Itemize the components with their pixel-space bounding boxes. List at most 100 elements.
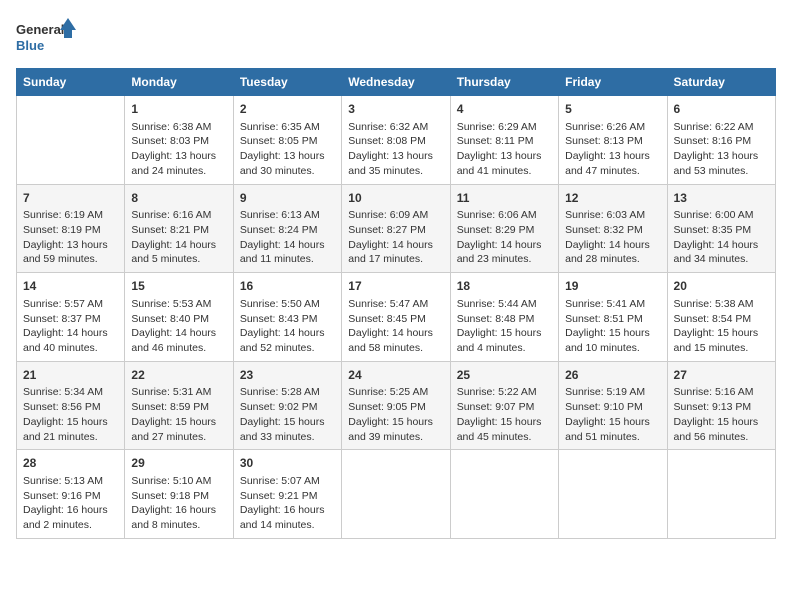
weekday-header-monday: Monday [125,69,233,96]
day-number: 11 [457,190,552,207]
calendar-cell: 15 Sunrise: 5:53 AMSunset: 8:40 PMDayligh… [125,273,233,362]
day-number: 22 [131,367,226,384]
day-number: 27 [674,367,769,384]
day-number: 24 [348,367,443,384]
day-info: Sunrise: 6:26 AMSunset: 8:13 PMDaylight:… [565,120,660,179]
day-info: Sunrise: 5:50 AMSunset: 8:43 PMDaylight:… [240,297,335,356]
logo: General Blue [16,16,76,56]
calendar-week-row: 28 Sunrise: 5:13 AMSunset: 9:16 PMDayligh… [17,450,776,539]
day-info: Sunrise: 6:13 AMSunset: 8:24 PMDaylight:… [240,208,335,267]
calendar-cell: 25Sunrise: 5:22 AMSunset: 9:07 PMDayligh… [450,361,558,450]
calendar-cell: 24Sunrise: 5:25 AMSunset: 9:05 PMDayligh… [342,361,450,450]
day-info: Sunrise: 6:16 AMSunset: 8:21 PMDaylight:… [131,208,226,267]
day-number: 10 [348,190,443,207]
day-number: 13 [674,190,769,207]
day-number: 18 [457,278,552,295]
calendar-cell [342,450,450,539]
calendar-week-row: 7Sunrise: 6:19 AMSunset: 8:19 PMDaylight… [17,184,776,273]
calendar-cell [667,450,775,539]
day-number: 25 [457,367,552,384]
day-number: 12 [565,190,660,207]
day-number: 7 [23,190,118,207]
day-info: Sunrise: 5:10 AMSunset: 9:18 PMDaylight:… [131,474,226,533]
day-number: 14 [23,278,118,295]
day-info: Sunrise: 5:19 AMSunset: 9:10 PMDaylight:… [565,385,660,444]
day-info: Sunrise: 5:44 AMSunset: 8:48 PMDaylight:… [457,297,552,356]
calendar-cell: 22Sunrise: 5:31 AMSunset: 8:59 PMDayligh… [125,361,233,450]
day-info: Sunrise: 6:22 AMSunset: 8:16 PMDaylight:… [674,120,769,179]
weekday-header-sunday: Sunday [17,69,125,96]
day-info: Sunrise: 6:06 AMSunset: 8:29 PMDaylight:… [457,208,552,267]
calendar-cell: 3 Sunrise: 6:32 AMSunset: 8:08 PMDaylight… [342,96,450,185]
day-number: 15 [131,278,226,295]
day-number: 26 [565,367,660,384]
day-info: Sunrise: 6:19 AMSunset: 8:19 PMDaylight:… [23,208,118,267]
calendar-cell: 1 Sunrise: 6:38 AMSunset: 8:03 PMDaylight… [125,96,233,185]
day-number: 3 [348,101,443,118]
day-number: 5 [565,101,660,118]
day-number: 9 [240,190,335,207]
day-info: Sunrise: 6:35 AMSunset: 8:05 PMDaylight:… [240,120,335,179]
day-number: 20 [674,278,769,295]
weekday-header-friday: Friday [559,69,667,96]
day-number: 16 [240,278,335,295]
calendar-cell: 2 Sunrise: 6:35 AMSunset: 8:05 PMDaylight… [233,96,341,185]
day-number: 8 [131,190,226,207]
calendar-cell: 29Sunrise: 5:10 AMSunset: 9:18 PMDayligh… [125,450,233,539]
calendar-cell [450,450,558,539]
calendar-cell: 18 Sunrise: 5:44 AMSunset: 8:48 PMDayligh… [450,273,558,362]
day-number: 23 [240,367,335,384]
page-header: General Blue [16,16,776,56]
calendar-cell: 13Sunrise: 6:00 AMSunset: 8:35 PMDayligh… [667,184,775,273]
weekday-header-tuesday: Tuesday [233,69,341,96]
calendar-cell: 28 Sunrise: 5:13 AMSunset: 9:16 PMDayligh… [17,450,125,539]
weekday-header-wednesday: Wednesday [342,69,450,96]
day-info: Sunrise: 6:32 AMSunset: 8:08 PMDaylight:… [348,120,443,179]
svg-text:Blue: Blue [16,38,44,53]
calendar-cell: 9Sunrise: 6:13 AMSunset: 8:24 PMDaylight… [233,184,341,273]
day-info: Sunrise: 5:25 AMSunset: 9:05 PMDaylight:… [348,385,443,444]
day-info: Sunrise: 5:53 AMSunset: 8:40 PMDaylight:… [131,297,226,356]
day-info: Sunrise: 6:00 AMSunset: 8:35 PMDaylight:… [674,208,769,267]
calendar-cell [17,96,125,185]
calendar-cell [559,450,667,539]
calendar-cell: 16 Sunrise: 5:50 AMSunset: 8:43 PMDayligh… [233,273,341,362]
calendar-week-row: 1 Sunrise: 6:38 AMSunset: 8:03 PMDaylight… [17,96,776,185]
day-info: Sunrise: 5:34 AMSunset: 8:56 PMDaylight:… [23,385,118,444]
day-info: Sunrise: 5:28 AMSunset: 9:02 PMDaylight:… [240,385,335,444]
calendar-cell: 14Sunrise: 5:57 AMSunset: 8:37 PMDayligh… [17,273,125,362]
day-info: Sunrise: 6:38 AMSunset: 8:03 PMDaylight:… [131,120,226,179]
calendar-cell: 12Sunrise: 6:03 AMSunset: 8:32 PMDayligh… [559,184,667,273]
calendar-cell: 19 Sunrise: 5:41 AMSunset: 8:51 PMDayligh… [559,273,667,362]
calendar-cell: 23Sunrise: 5:28 AMSunset: 9:02 PMDayligh… [233,361,341,450]
logo-svg: General Blue [16,16,76,56]
day-info: Sunrise: 5:07 AMSunset: 9:21 PMDaylight:… [240,474,335,533]
calendar-cell: 4Sunrise: 6:29 AMSunset: 8:11 PMDaylight… [450,96,558,185]
day-info: Sunrise: 5:47 AMSunset: 8:45 PMDaylight:… [348,297,443,356]
day-number: 19 [565,278,660,295]
weekday-header-saturday: Saturday [667,69,775,96]
calendar-cell: 30Sunrise: 5:07 AMSunset: 9:21 PMDayligh… [233,450,341,539]
calendar-cell: 8Sunrise: 6:16 AMSunset: 8:21 PMDaylight… [125,184,233,273]
day-number: 1 [131,101,226,118]
calendar-cell: 21Sunrise: 5:34 AMSunset: 8:56 PMDayligh… [17,361,125,450]
day-info: Sunrise: 5:13 AMSunset: 9:16 PMDaylight:… [23,474,118,533]
calendar-cell: 7Sunrise: 6:19 AMSunset: 8:19 PMDaylight… [17,184,125,273]
day-info: Sunrise: 6:03 AMSunset: 8:32 PMDaylight:… [565,208,660,267]
calendar-cell: 27Sunrise: 5:16 AMSunset: 9:13 PMDayligh… [667,361,775,450]
day-info: Sunrise: 5:41 AMSunset: 8:51 PMDaylight:… [565,297,660,356]
day-number: 2 [240,101,335,118]
day-number: 21 [23,367,118,384]
calendar-cell: 26Sunrise: 5:19 AMSunset: 9:10 PMDayligh… [559,361,667,450]
calendar-cell: 10Sunrise: 6:09 AMSunset: 8:27 PMDayligh… [342,184,450,273]
day-number: 28 [23,455,118,472]
day-info: Sunrise: 5:38 AMSunset: 8:54 PMDaylight:… [674,297,769,356]
day-info: Sunrise: 5:31 AMSunset: 8:59 PMDaylight:… [131,385,226,444]
weekday-header-thursday: Thursday [450,69,558,96]
calendar-table: SundayMondayTuesdayWednesdayThursdayFrid… [16,68,776,539]
calendar-cell: 20 Sunrise: 5:38 AMSunset: 8:54 PMDayligh… [667,273,775,362]
day-info: Sunrise: 5:16 AMSunset: 9:13 PMDaylight:… [674,385,769,444]
day-info: Sunrise: 6:29 AMSunset: 8:11 PMDaylight:… [457,120,552,179]
weekday-header-row: SundayMondayTuesdayWednesdayThursdayFrid… [17,69,776,96]
svg-text:General: General [16,22,64,37]
